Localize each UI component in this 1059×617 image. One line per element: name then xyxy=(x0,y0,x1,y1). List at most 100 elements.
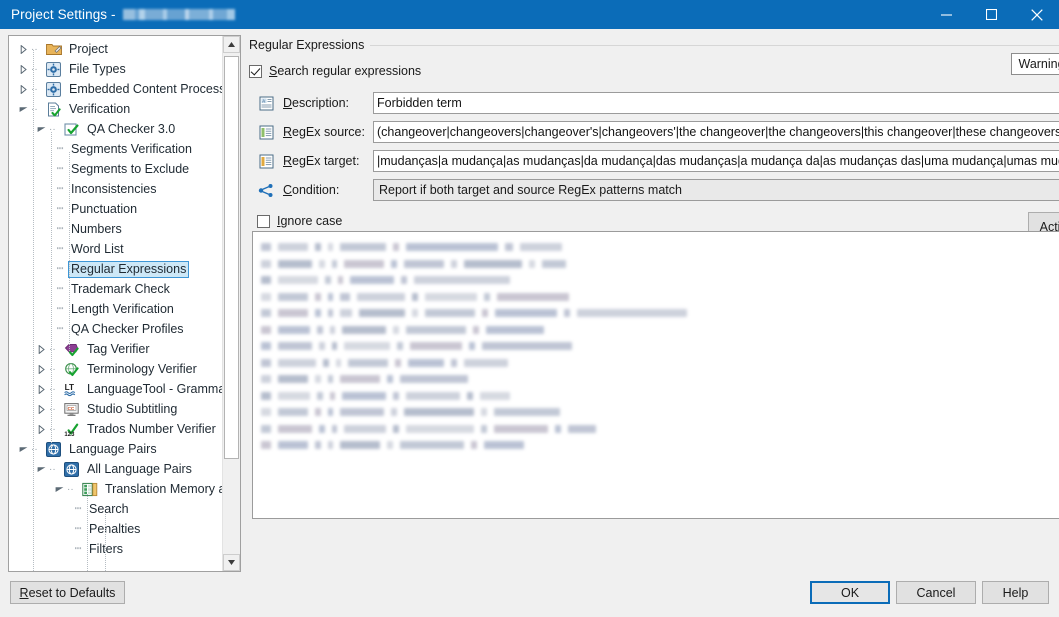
list-item[interactable] xyxy=(261,388,1059,405)
maximize-button[interactable] xyxy=(969,0,1014,29)
expand-arrow-icon[interactable] xyxy=(15,64,31,74)
close-button[interactable] xyxy=(1014,0,1059,29)
tree-item-verification[interactable]: ·· Verification xyxy=(9,99,223,119)
tree-item-language-pairs[interactable]: ·· Language Pairs xyxy=(9,439,223,459)
rules-list[interactable] xyxy=(252,231,1059,519)
list-item[interactable] xyxy=(261,371,1059,388)
tree-item-label: Search xyxy=(89,502,129,516)
scroll-up-icon[interactable] xyxy=(223,36,240,53)
tree-item-tag-verifier[interactable]: ·· Tag Verifier xyxy=(9,339,223,359)
tree-item-languagetool-grammar-and[interactable]: ··LTLanguageTool - Grammar and xyxy=(9,379,223,399)
tree-item-segments-to-exclude[interactable]: ┉ Segments to Exclude xyxy=(9,159,223,179)
list-item[interactable] xyxy=(261,272,1059,289)
expand-arrow-icon[interactable] xyxy=(15,84,31,94)
list-item[interactable] xyxy=(261,355,1059,372)
regex-target-input[interactable]: |mudanças|a mudança|as mudanças|da mudan… xyxy=(373,150,1059,172)
redacted-text xyxy=(340,408,384,417)
redacted-text xyxy=(577,309,687,318)
help-button[interactable]: Help xyxy=(982,581,1049,604)
redacted-text xyxy=(387,441,393,450)
description-label: Description: xyxy=(283,96,350,110)
collapse-arrow-icon[interactable] xyxy=(15,446,31,453)
condition-dropdown[interactable]: Report if both target and source RegEx p… xyxy=(373,179,1059,201)
tree-guide-dash: ┉ xyxy=(56,223,64,235)
ignore-case-checkbox[interactable] xyxy=(257,214,270,228)
list-item[interactable] xyxy=(261,437,1059,454)
list-item[interactable] xyxy=(261,239,1059,256)
tree-item-length-verification[interactable]: ┉ Length Verification xyxy=(9,299,223,319)
tree-item-project[interactable]: ·· Project xyxy=(9,39,223,59)
redacted-text xyxy=(344,424,386,433)
redacted-text xyxy=(315,441,321,450)
expand-arrow-icon[interactable] xyxy=(33,404,49,414)
search-regex-checkbox[interactable] xyxy=(249,64,262,78)
tree-item-file-types[interactable]: ·· File Types xyxy=(9,59,223,79)
collapse-arrow-icon[interactable] xyxy=(51,486,67,493)
expand-arrow-icon[interactable] xyxy=(33,424,49,434)
tree-item-trados-number-verifier[interactable]: ·· 123 Trados Number Verifier xyxy=(9,419,223,439)
tree-scroll-thumb[interactable] xyxy=(224,56,239,459)
document-check-icon xyxy=(45,101,62,117)
collapse-arrow-icon[interactable] xyxy=(33,466,49,473)
list-item[interactable] xyxy=(261,305,1059,322)
regex-target-label: RegEx target: xyxy=(283,154,360,168)
search-regex-label[interactable]: Search regular expressions xyxy=(269,64,421,78)
list-item[interactable] xyxy=(261,421,1059,438)
tree-guide-dash: ┉ xyxy=(56,183,64,195)
redacted-text xyxy=(328,408,333,417)
tree-item-terminology-verifier[interactable]: ·· Terminology Verifier xyxy=(9,359,223,379)
tree-item-punctuation[interactable]: ┉ Punctuation xyxy=(9,199,223,219)
redacted-text xyxy=(451,358,457,367)
list-item[interactable] xyxy=(261,404,1059,421)
ignore-case-label[interactable]: Ignore case xyxy=(277,214,342,228)
list-item[interactable] xyxy=(261,256,1059,273)
redacted-text xyxy=(406,243,498,252)
list-item[interactable] xyxy=(261,338,1059,355)
redacted-text xyxy=(325,276,331,285)
tree-item-translation-memory-and-a[interactable]: ·· Translation Memory and A xyxy=(9,479,223,499)
regex-source-input[interactable]: (changeover|changeovers|changeover's|cha… xyxy=(373,121,1059,143)
redacted-text xyxy=(467,391,473,400)
minimize-button[interactable] xyxy=(924,0,969,29)
scroll-down-icon[interactable] xyxy=(223,554,240,571)
collapse-arrow-icon[interactable] xyxy=(15,106,31,113)
tree-item-filters[interactable]: ┉ Filters xyxy=(9,539,223,559)
ok-button[interactable]: OK xyxy=(810,581,890,604)
tree-guide-dash: ┉ xyxy=(74,523,82,535)
severity-dropdown[interactable]: Warning xyxy=(1011,53,1059,75)
cancel-button[interactable]: Cancel xyxy=(896,581,976,604)
redacted-text xyxy=(469,342,475,351)
expand-arrow-icon[interactable] xyxy=(33,344,49,354)
tree-item-regular-expressions[interactable]: ┉ Regular Expressions xyxy=(9,259,223,279)
tree-item-inconsistencies[interactable]: ┉ Inconsistencies xyxy=(9,179,223,199)
redacted-text xyxy=(330,325,335,334)
description-input[interactable]: Forbidden term xyxy=(373,92,1059,114)
dialog-footer: Reset to Defaults OK Cancel Help xyxy=(0,572,1059,617)
tree-item-studio-subtitling[interactable]: ·· CC Studio Subtitling xyxy=(9,399,223,419)
redacted-text xyxy=(342,325,386,334)
tree-item-qa-checker-profiles[interactable]: ┉ QA Checker Profiles xyxy=(9,319,223,339)
redacted-text xyxy=(391,259,397,268)
expand-arrow-icon[interactable] xyxy=(33,364,49,374)
tree-item-all-language-pairs[interactable]: ·· All Language Pairs xyxy=(9,459,223,479)
tree-item-qa-checker-3-0[interactable]: ·· QA Checker 3.0 xyxy=(9,119,223,139)
list-item[interactable] xyxy=(261,322,1059,339)
redacted-text xyxy=(278,342,312,351)
settings-tree[interactable]: ·· Project ·· File Types ·· Embedded Content … xyxy=(8,35,241,572)
expand-arrow-icon[interactable] xyxy=(15,44,31,54)
tree-item-penalties[interactable]: ┉ Penalties xyxy=(9,519,223,539)
tree-item-embedded-content-processors[interactable]: ··Embedded Content Processors xyxy=(9,79,223,99)
redacted-text xyxy=(520,243,562,252)
tree-item-trademark-check[interactable]: ┉ Trademark Check xyxy=(9,279,223,299)
tree-item-search[interactable]: ┉ Search xyxy=(9,499,223,519)
tree-scrollbar[interactable] xyxy=(222,36,240,571)
expand-arrow-icon[interactable] xyxy=(33,384,49,394)
tree-item-numbers[interactable]: ┉ Numbers xyxy=(9,219,223,239)
collapse-arrow-icon[interactable] xyxy=(33,126,49,133)
tree-item-segments-verification[interactable]: ┉ Segments Verification xyxy=(9,139,223,159)
tree-item-word-list[interactable]: ┉ Word List xyxy=(9,239,223,259)
tree-guide-dash: ┉ xyxy=(56,243,64,255)
redacted-text xyxy=(401,276,407,285)
reset-to-defaults-button[interactable]: Reset to Defaults xyxy=(10,581,125,604)
list-item[interactable] xyxy=(261,289,1059,306)
